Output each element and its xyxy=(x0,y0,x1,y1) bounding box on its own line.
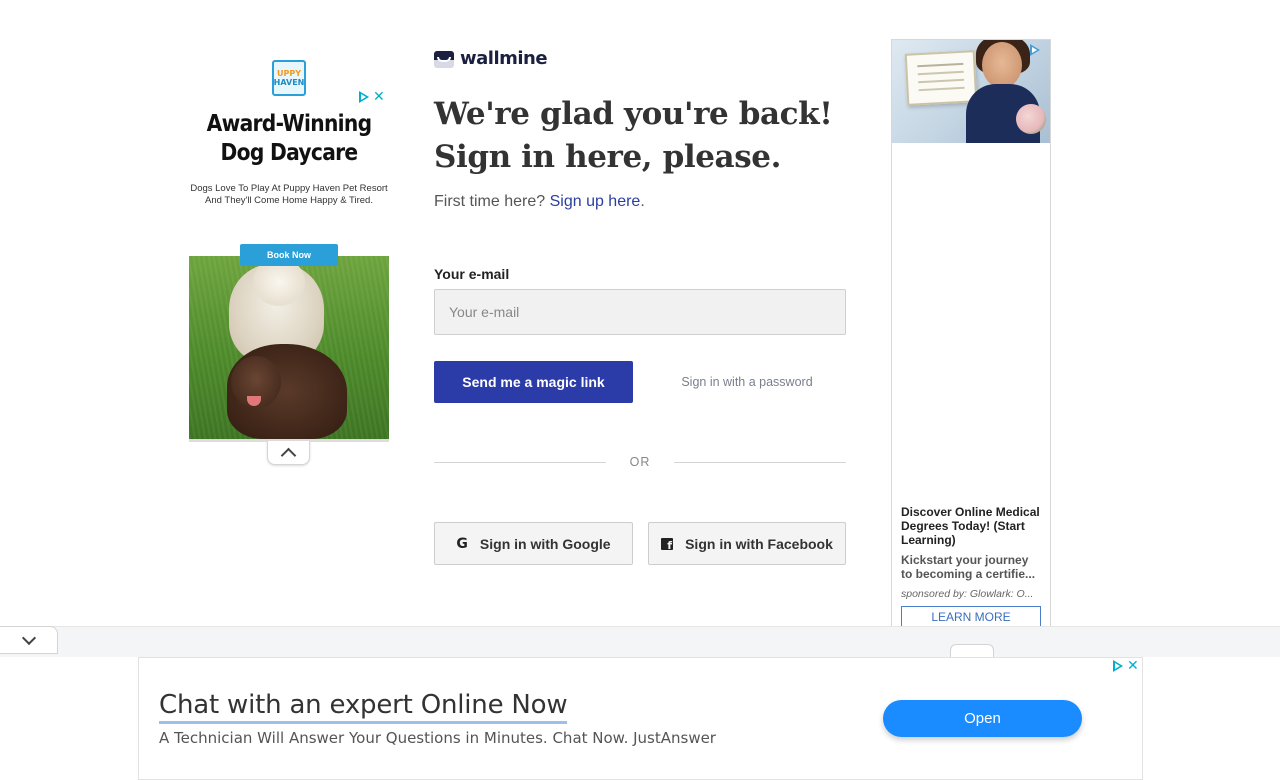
headline-line1: We're glad you're back! xyxy=(434,96,833,132)
woman-face xyxy=(982,42,1022,88)
expand-anchor-button[interactable] xyxy=(0,626,58,654)
facebook-signin-button[interactable]: Sign in with Facebook xyxy=(648,522,846,565)
dogs-photo[interactable] xyxy=(189,256,389,439)
facebook-icon xyxy=(661,537,674,552)
graduate-photo[interactable] xyxy=(892,40,1050,143)
close-icon[interactable]: ✕ xyxy=(373,90,385,104)
anchor-ad-bar xyxy=(0,626,1280,657)
first-time-label: First time here? xyxy=(434,193,546,210)
sign-up-suffix: . xyxy=(640,193,645,210)
page-title: We're glad you're back! Sign in here, pl… xyxy=(434,93,874,179)
google-button-label: Sign in with Google xyxy=(479,535,611,552)
left-ad-body-line1: Dogs Love To Play At Puppy Haven Pet Res… xyxy=(190,183,388,194)
right-ad-choices[interactable] xyxy=(1030,44,1040,56)
google-icon: G xyxy=(456,535,468,552)
left-ad-choices[interactable]: ✕ xyxy=(359,90,385,104)
ad-choices-icon[interactable] xyxy=(359,91,369,103)
ad-choices-icon[interactable] xyxy=(1113,660,1123,672)
bottom-ad-description: A Technician Will Answer Your Questions … xyxy=(159,729,716,747)
collapse-ad-button[interactable] xyxy=(267,441,310,465)
puppy-haven-logo: UPPY HAVEN xyxy=(272,60,306,96)
divider-left xyxy=(434,462,606,463)
wallmine-logo[interactable]: wallmine xyxy=(434,48,548,69)
chevron-up-icon xyxy=(280,447,297,464)
right-ad-desc-line2: to becoming a certifie... xyxy=(901,567,1036,581)
anchor-tab[interactable] xyxy=(950,644,994,657)
close-icon[interactable]: ✕ xyxy=(1127,659,1139,673)
email-label: Your e-mail xyxy=(434,266,510,282)
left-ad-body-line2: And They'll Come Home Happy & Tired. xyxy=(205,195,373,206)
chevron-down-icon xyxy=(21,630,36,645)
left-ad-title: Award-Winning Dog Daycare xyxy=(201,110,377,168)
book-now-button[interactable]: Book Now xyxy=(240,244,338,266)
certificate xyxy=(904,50,978,106)
right-ad-desc-line1: Kickstart your journey xyxy=(901,553,1029,567)
divider-right xyxy=(674,462,846,463)
magic-link-button[interactable]: Send me a magic link xyxy=(434,361,633,403)
password-signin-link[interactable]: Sign in with a password xyxy=(648,361,846,403)
logo-text: wallmine xyxy=(460,48,548,69)
bottom-ad-title[interactable]: Chat with an expert Online Now xyxy=(159,690,568,724)
left-ad-body: Dogs Love To Play At Puppy Haven Pet Res… xyxy=(189,183,389,207)
logo-text-1: UPPY xyxy=(276,69,301,78)
bottom-ad-choices[interactable]: ✕ xyxy=(1113,659,1139,673)
right-ad-sponsor: sponsored by: Glowlark: O... xyxy=(901,588,1034,600)
logo-text-2: HAVEN xyxy=(273,78,305,87)
sign-up-link[interactable]: Sign up here xyxy=(550,193,641,210)
left-ad-title-line1: Award-Winning xyxy=(206,111,372,137)
right-ad-title[interactable]: Discover Online Medical Degrees Today! (… xyxy=(901,505,1046,547)
ad-choices-icon[interactable] xyxy=(1030,44,1040,56)
facebook-button-label: Sign in with Facebook xyxy=(685,535,833,552)
bottom-ad[interactable]: ✕ Chat with an expert Online Now A Techn… xyxy=(138,657,1143,780)
left-ad-title-line2: Dog Daycare xyxy=(220,140,359,166)
email-field[interactable] xyxy=(434,289,846,335)
google-signin-button[interactable]: G Sign in with Google xyxy=(434,522,633,565)
or-divider: OR xyxy=(629,455,651,469)
flowers xyxy=(1016,104,1046,134)
left-ad[interactable]: UPPY HAVEN ✕ Award-Winning Dog Daycare D… xyxy=(189,52,389,444)
first-time-text: First time here? Sign up here. xyxy=(434,193,645,211)
open-button[interactable]: Open xyxy=(883,700,1082,737)
wallmine-logo-icon xyxy=(434,49,454,69)
right-ad[interactable]: Discover Online Medical Degrees Today! (… xyxy=(891,39,1051,639)
headline-line2: Sign in here, please. xyxy=(434,139,782,175)
